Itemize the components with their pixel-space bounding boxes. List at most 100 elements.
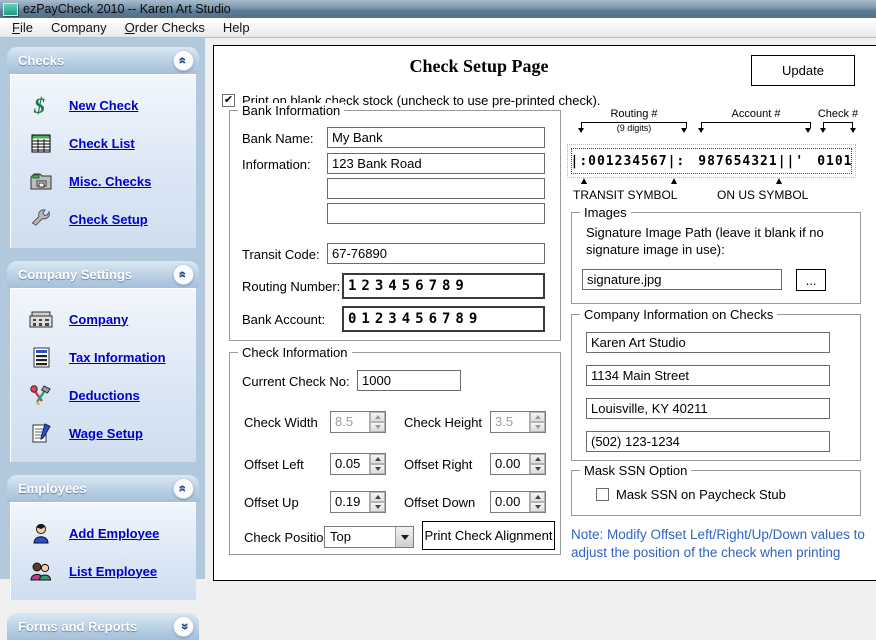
menu-company[interactable]: Company (42, 19, 116, 36)
company-name-field[interactable]: Karen Art Studio (586, 332, 830, 353)
sidebar-item-check-list[interactable]: Check List (10, 124, 194, 162)
bank-information-field-1[interactable]: 123 Bank Road (327, 153, 545, 174)
sidebar-item-deductions[interactable]: Deductions (10, 376, 194, 414)
offset-down-down-button[interactable] (530, 502, 545, 512)
offset-up-down-button[interactable] (370, 502, 385, 512)
deductions-icon (27, 383, 54, 407)
bank-name-label: Bank Name: (242, 131, 314, 146)
dropdown-arrow-button[interactable] (395, 527, 413, 547)
checks-section-header[interactable]: Checks « (7, 47, 199, 74)
current-check-no-field[interactable]: 1000 (357, 370, 461, 391)
check-width-up-button[interactable] (370, 412, 385, 422)
chevron-down-icon (401, 535, 409, 540)
on-us-symbol-caption: ON US SYMBOL (717, 188, 808, 202)
employees-collapse-button[interactable]: « (173, 478, 194, 499)
forms-and-reports-expand-button[interactable]: « (173, 616, 194, 637)
offset-left-value: 0.05 (331, 454, 369, 474)
offset-down-spinner[interactable]: 0.00 (490, 491, 546, 513)
offset-left-down-button[interactable] (370, 464, 385, 474)
mask-ssn-checkbox[interactable] (596, 488, 609, 501)
account-number-diagram-label: Account # (729, 108, 784, 120)
offset-left-up-button[interactable] (370, 454, 385, 464)
wage-setup-icon (27, 421, 54, 445)
sidebar-item-new-check[interactable]: $ New Check (10, 86, 194, 124)
mask-ssn-group: Mask SSN Option Mask SSN on Paycheck Stu… (571, 470, 861, 516)
sidebar-item-company[interactable]: Company (10, 300, 194, 338)
employees-section-header[interactable]: Employees « (7, 475, 199, 502)
check-list-link[interactable]: Check List (69, 136, 135, 151)
check-list-icon (27, 131, 54, 155)
sidebar-item-misc-checks[interactable]: Misc. Checks (10, 162, 194, 200)
check-width-value: 8.5 (331, 412, 369, 432)
sidebar-section-forms-and-reports: Forms and Reports « (7, 613, 199, 640)
mask-ssn-label: Mask SSN on Paycheck Stub (616, 487, 786, 502)
add-employee-link[interactable]: Add Employee (69, 526, 159, 541)
offset-up-value: 0.19 (331, 492, 369, 512)
bank-name-field[interactable]: My Bank (327, 127, 545, 148)
company-street-field[interactable]: 1134 Main Street (586, 365, 830, 386)
check-position-label: Check Position (244, 530, 331, 545)
menu-order-checks[interactable]: Order Checks (116, 19, 214, 36)
bank-information-field-3[interactable] (327, 203, 545, 224)
deductions-link[interactable]: Deductions (69, 388, 140, 403)
company-link[interactable]: Company (69, 312, 128, 327)
offset-up-up-button[interactable] (370, 492, 385, 502)
sidebar-item-wage-setup[interactable]: Wage Setup (10, 414, 194, 452)
bank-information-label: Information: (242, 157, 311, 172)
checks-collapse-button[interactable]: « (173, 50, 194, 71)
browse-button[interactable]: ... (796, 269, 826, 291)
offset-up-label: Offset Up (244, 495, 299, 510)
sidebar-item-tax-information[interactable]: Tax Information (10, 338, 194, 376)
menu-help[interactable]: Help (214, 19, 259, 36)
wage-setup-link[interactable]: Wage Setup (69, 426, 143, 441)
images-group-label: Images (580, 205, 631, 220)
check-height-spinner[interactable]: 3.5 (490, 411, 546, 433)
bank-information-field-2[interactable] (327, 178, 545, 199)
menu-file[interactable]: File (3, 19, 42, 36)
company-city-field[interactable]: Louisville, KY 40211 (586, 398, 830, 419)
company-phone-field[interactable]: (502) 123-1234 (586, 431, 830, 452)
transit-code-label: Transit Code: (242, 247, 320, 262)
offset-right-down-button[interactable] (530, 464, 545, 474)
forms-and-reports-section-header[interactable]: Forms and Reports « (7, 613, 199, 640)
offset-right-up-button[interactable] (530, 454, 545, 464)
chevron-down-icon: « (177, 623, 190, 630)
images-group: Images Signature Image Path (leave it bl… (571, 212, 861, 304)
sidebar-item-add-employee[interactable]: Add Employee (10, 514, 194, 552)
offset-up-spinner[interactable]: 0.19 (330, 491, 386, 513)
check-width-spinner[interactable]: 8.5 (330, 411, 386, 433)
sidebar-item-check-setup[interactable]: Check Setup (10, 200, 194, 238)
tax-information-link[interactable]: Tax Information (69, 350, 166, 365)
update-button[interactable]: Update (751, 55, 855, 86)
check-setup-link[interactable]: Check Setup (69, 212, 148, 227)
offset-right-spinner[interactable]: 0.00 (490, 453, 546, 475)
bank-account-field[interactable]: 0123456789 (342, 306, 545, 332)
check-width-down-button[interactable] (370, 422, 385, 432)
sidebar-section-employees: Employees « Add Employee List Employee (7, 475, 199, 600)
routing-number-field[interactable]: 123456789 (342, 273, 545, 299)
offset-down-up-button[interactable] (530, 492, 545, 502)
check-height-up-button[interactable] (530, 412, 545, 422)
signature-path-field[interactable]: signature.jpg (582, 269, 782, 290)
down-arrow-icon (805, 128, 811, 133)
micr-line-sample: |:001234567|:987654321||'0101 (571, 148, 852, 174)
bank-information-group-label: Bank Information (238, 103, 344, 118)
check-position-dropdown[interactable]: Top (324, 526, 414, 548)
company-settings-collapse-button[interactable]: « (173, 264, 194, 285)
company-settings-section-header[interactable]: Company Settings « (7, 261, 199, 288)
offset-left-spinner[interactable]: 0.05 (330, 453, 386, 475)
account-bracket (701, 122, 811, 128)
new-check-link[interactable]: New Check (69, 98, 138, 113)
company-information-group: Company Information on Checks Karen Art … (571, 314, 861, 461)
transit-code-field[interactable]: 67-76890 (327, 243, 545, 264)
sidebar-item-list-employee[interactable]: List Employee (10, 552, 194, 590)
list-employee-link[interactable]: List Employee (69, 564, 157, 579)
chevron-up-icon: « (177, 271, 190, 278)
blank-stock-checkbox[interactable]: ✔ (222, 94, 235, 107)
offset-down-value: 0.00 (491, 492, 529, 512)
misc-checks-link[interactable]: Misc. Checks (69, 174, 151, 189)
print-check-alignment-button[interactable]: Print Check Alignment (422, 521, 555, 550)
offset-right-label: Offset Right (404, 457, 472, 472)
company-settings-section-title: Company Settings (18, 267, 132, 282)
check-height-down-button[interactable] (530, 422, 545, 432)
